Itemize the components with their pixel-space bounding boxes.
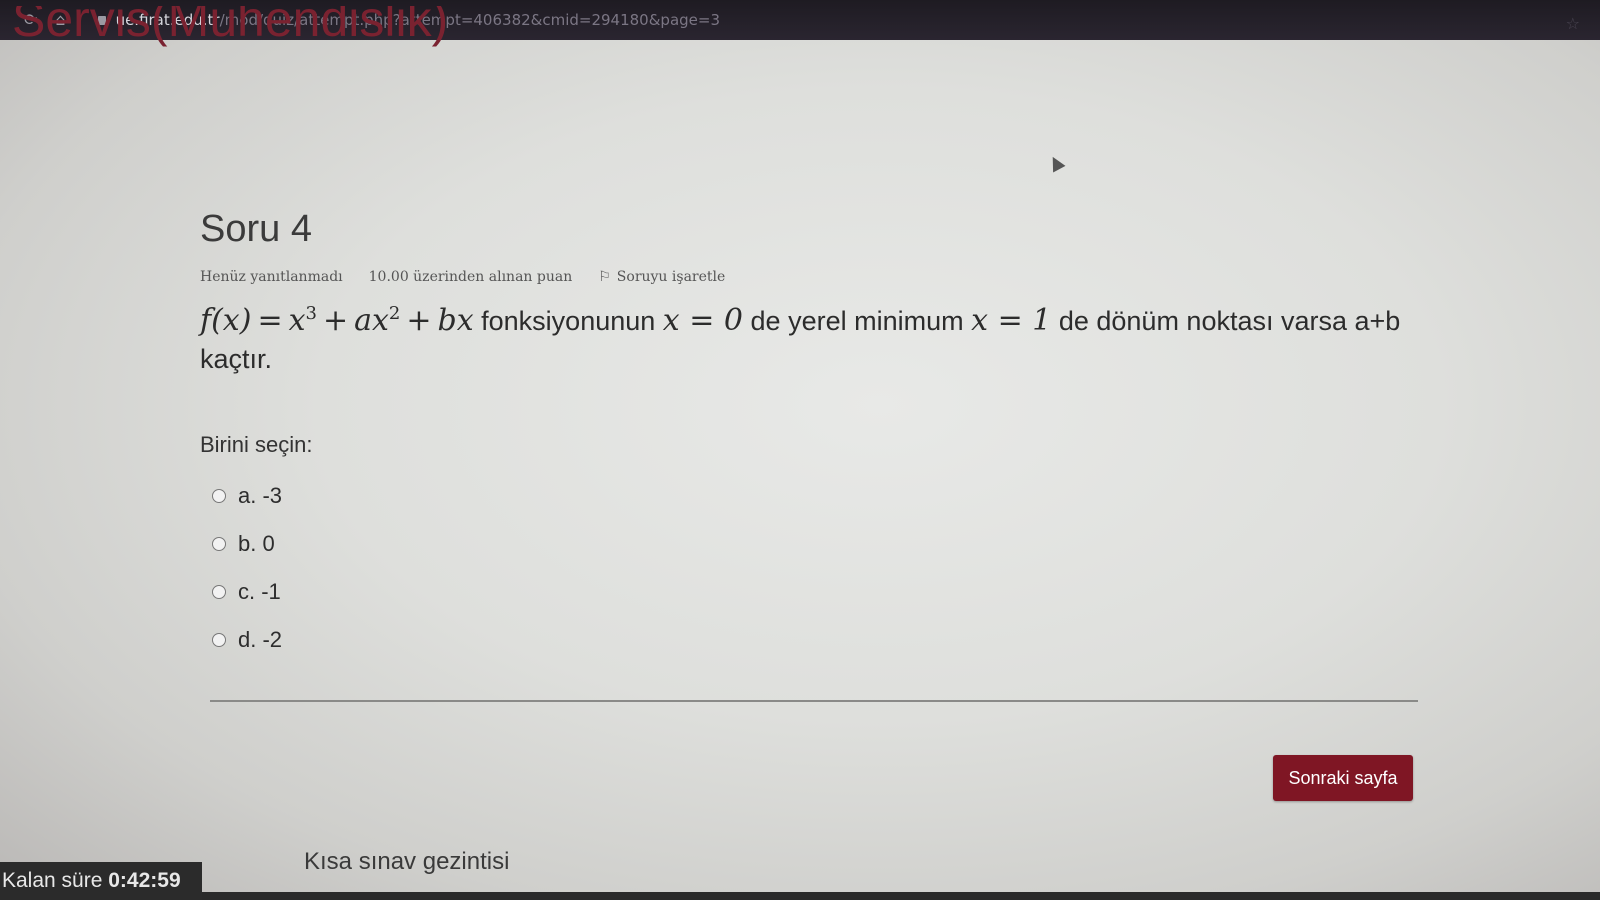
math-exponent-3: 3 bbox=[305, 303, 317, 324]
radio-d[interactable] bbox=[212, 633, 226, 647]
answer-label-c: c. -1 bbox=[238, 579, 281, 604]
answer-label-b: b. 0 bbox=[238, 531, 275, 556]
math-x-equals-0: x = 0 bbox=[662, 303, 744, 338]
math-plus-1: + bbox=[322, 303, 349, 338]
math-x-equals-1: x = 1 bbox=[971, 303, 1052, 338]
answer-prompt: Birini seçin: bbox=[200, 432, 313, 457]
question-grade: 10.00 üzerinden alınan puan bbox=[368, 269, 573, 285]
answer-label-d: d. -2 bbox=[238, 627, 283, 652]
flag-question-link[interactable]: ⚐ Soruyu işaretle bbox=[598, 269, 725, 285]
math-ax: ax bbox=[354, 303, 389, 338]
divider bbox=[210, 700, 1418, 702]
bottom-edge bbox=[202, 892, 1600, 900]
radio-c[interactable] bbox=[212, 585, 226, 599]
mouse-cursor-icon bbox=[1046, 153, 1066, 173]
radio-b[interactable] bbox=[212, 537, 226, 551]
math-bx: bx bbox=[437, 303, 474, 338]
answer-option-c[interactable]: c. -1 bbox=[212, 568, 1420, 616]
question-text: f(x) = x3 + ax2 + bx fonksiyonunun x = 0 de ye… bbox=[200, 295, 1420, 378]
math-plus-2: + bbox=[406, 303, 432, 338]
math-x: x bbox=[288, 303, 306, 338]
next-page-button[interactable]: Sonraki sayfa bbox=[1273, 755, 1413, 801]
question-text-part2: de yerel minimum bbox=[750, 306, 964, 336]
bookmark-star-icon[interactable]: ☆ bbox=[1566, 14, 1580, 33]
answer-option-b[interactable]: b. 0 bbox=[212, 520, 1420, 568]
math-fx: f(x) bbox=[200, 303, 252, 338]
site-title: Servis(Mühendislik) bbox=[12, 6, 448, 64]
site-title-text: Servis(Mühendislik) bbox=[12, 6, 449, 47]
question-text-part1: fonksiyonunun bbox=[481, 306, 656, 336]
question-info: Henüz yanıtlanmadı 10.00 üzerinden alına… bbox=[200, 269, 1420, 285]
answer-label-a: a. -3 bbox=[238, 483, 283, 508]
math-exponent-2: 2 bbox=[388, 303, 401, 324]
flag-question-label: Soruyu işaretle bbox=[616, 269, 726, 285]
flag-icon: ⚐ bbox=[598, 269, 611, 285]
math-equals: = bbox=[257, 303, 283, 338]
function-expression: f(x) = x3 + ax2 + bx bbox=[200, 303, 474, 338]
time-remaining: Kalan süre 0:42:59 bbox=[0, 862, 202, 900]
question-block: Soru 4 Henüz yanıtlanmadı 10.00 üzerinde… bbox=[200, 208, 1420, 664]
question-status: Henüz yanıtlanmadı bbox=[200, 269, 343, 285]
timer-value: 0:42:59 bbox=[108, 869, 181, 892]
answer-option-d[interactable]: d. -2 bbox=[212, 616, 1420, 664]
answer-list: a. -3 b. 0 c. -1 d. -2 bbox=[212, 472, 1420, 664]
radio-a[interactable] bbox=[212, 489, 226, 503]
answer-option-a[interactable]: a. -3 bbox=[212, 472, 1420, 520]
timer-label: Kalan süre bbox=[2, 869, 103, 892]
question-title: Soru 4 bbox=[200, 208, 312, 250]
quiz-navigation-link[interactable]: Kısa sınav gezintisi bbox=[304, 848, 509, 876]
